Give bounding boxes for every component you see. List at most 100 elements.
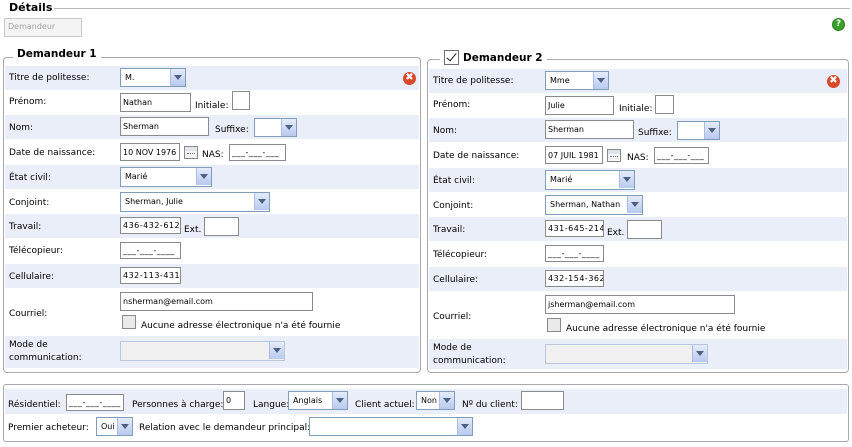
role-select[interactable]: Demandeur bbox=[4, 18, 82, 37]
applicant1-travail-input[interactable]: 436-432-6124 bbox=[120, 217, 181, 234]
applicant2-telecopieur-input[interactable]: ___-___-____ bbox=[545, 245, 604, 262]
applicant2-travail-input[interactable]: 431-645-2143 bbox=[545, 220, 604, 237]
chevron-down-icon bbox=[332, 392, 347, 409]
applicant1-prenom-input[interactable]: Nathan bbox=[120, 93, 191, 112]
applicant2-delete-icon[interactable]: ✖ bbox=[827, 75, 840, 88]
chevron-down-icon bbox=[627, 196, 642, 213]
langue-label: Langue: bbox=[253, 400, 290, 410]
chevron-down-icon bbox=[457, 418, 472, 435]
applicant1-delete-icon[interactable]: ✖ bbox=[403, 72, 416, 85]
applicant2-row-telecopieur bbox=[429, 242, 847, 266]
applicant1-nas-label: NAS: bbox=[202, 150, 224, 160]
applicant2-enable-checkbox[interactable] bbox=[444, 50, 459, 65]
applicant2-nom-label: Nom: bbox=[433, 126, 458, 136]
applicant1-row-telecopieur bbox=[5, 239, 419, 263]
applicant2-prenom-input[interactable]: Julie bbox=[545, 96, 614, 115]
details-divider bbox=[54, 8, 850, 9]
applicant2-etat-civil-select[interactable]: Marié bbox=[545, 170, 635, 190]
applicant2-legend-label: Demandeur 2 bbox=[463, 51, 543, 64]
personnes-input[interactable]: 0 bbox=[223, 391, 245, 410]
applicant2-ext-label: Ext. bbox=[607, 228, 625, 238]
applicant1-titre-select[interactable]: M. bbox=[120, 68, 186, 87]
applicant1-etat-civil-select[interactable]: Marié bbox=[120, 167, 212, 187]
chevron-down-icon bbox=[196, 168, 211, 185]
applicant1-travail-label: Travail: bbox=[9, 222, 42, 232]
applicant1-initiale-label: Initiale: bbox=[195, 101, 229, 111]
applicant2-row-etat-civil bbox=[429, 168, 847, 192]
applicant2-mode-select[interactable] bbox=[545, 344, 708, 364]
applicant2-suffixe-select[interactable] bbox=[677, 121, 720, 140]
applicant1-nom-label: Nom: bbox=[9, 123, 34, 133]
applicant2-nas-label: NAS: bbox=[627, 153, 649, 163]
applicant1-telecopieur-input[interactable]: ___-___-____ bbox=[120, 242, 181, 259]
client-actuel-select[interactable]: Non bbox=[416, 391, 455, 410]
applicant2-initiale-label: Initiale: bbox=[619, 104, 653, 114]
applicant1-prenom-label: Prénom: bbox=[9, 97, 47, 107]
residentiel-label: Résidentiel: bbox=[8, 400, 61, 410]
applicant2-conjoint-select[interactable]: Sherman, Nathan bbox=[545, 195, 643, 215]
help-icon[interactable]: ? bbox=[832, 18, 845, 31]
premier-acheteur-select[interactable]: Oui bbox=[96, 417, 133, 436]
applicant1-no-email-checkbox[interactable] bbox=[122, 315, 136, 329]
applicant1-mode-label-1: Mode de bbox=[9, 340, 48, 350]
details-title: Détails bbox=[9, 1, 53, 14]
applicant1-conjoint-label: Conjoint: bbox=[9, 198, 50, 208]
applicant1-nom-input[interactable]: Sherman bbox=[120, 117, 209, 136]
no-client-input[interactable] bbox=[521, 391, 564, 410]
chevron-down-icon bbox=[281, 119, 296, 136]
applicant2-cellulaire-input[interactable]: 432-154-3621 bbox=[545, 270, 604, 287]
chevron-down-icon bbox=[619, 171, 634, 188]
applicant1-ext-label: Ext. bbox=[184, 225, 202, 235]
applicant2-courriel-label: Courriel: bbox=[433, 312, 472, 322]
applicant1-suffixe-select[interactable] bbox=[254, 118, 297, 137]
applicant2-telecopieur-label: Télécopieur: bbox=[433, 250, 488, 260]
chevron-down-icon bbox=[269, 342, 284, 359]
applicant2-no-email-checkbox[interactable] bbox=[547, 318, 561, 332]
applicant2-initiale-input[interactable] bbox=[655, 95, 674, 114]
applicant2-suffixe-label: Suffixe: bbox=[638, 128, 672, 138]
applicant2-nom-input[interactable]: Sherman bbox=[545, 120, 634, 139]
calendar-icon[interactable] bbox=[184, 146, 198, 159]
applicant2-nas-input[interactable]: ___-___-___ bbox=[654, 147, 709, 164]
applicant1-naissance-input[interactable]: 10 NOV 1976 bbox=[120, 143, 180, 161]
applicant1-naissance-label: Date de naissance: bbox=[9, 148, 96, 158]
applicant2-row-cellulaire bbox=[429, 267, 847, 291]
applicant1-ext-input[interactable] bbox=[204, 217, 239, 236]
applicant1-etat-civil-label: État civil: bbox=[9, 173, 51, 183]
applicant2-naissance-input[interactable]: 07 JUIL 1981 bbox=[545, 146, 603, 164]
applicant2-no-email-label: Aucune adresse électronique n'a été four… bbox=[566, 324, 766, 334]
applicant1-titre-label: Titre de politesse: bbox=[9, 73, 90, 83]
applicant2-cellulaire-label: Cellulaire: bbox=[433, 275, 479, 285]
applicant1-cellulaire-input[interactable]: 432-113-4315 bbox=[120, 267, 181, 284]
applicant1-courriel-input[interactable]: nsherman@email.com bbox=[120, 292, 313, 311]
relation-label: Relation avec le demandeur principal: bbox=[139, 423, 311, 433]
applicant1-mode-label-2: communication: bbox=[9, 353, 82, 363]
applicant1-suffixe-label: Suffixe: bbox=[215, 125, 249, 135]
applicant2-ext-input[interactable] bbox=[627, 220, 662, 239]
applicant1-courriel-label: Courriel: bbox=[9, 309, 48, 319]
chevron-down-icon bbox=[704, 122, 719, 139]
applicant2-titre-label: Titre de politesse: bbox=[433, 76, 514, 86]
residentiel-input[interactable]: ___-___-____ bbox=[66, 394, 124, 411]
applicant2-courriel-input[interactable]: jsherman@email.com bbox=[545, 295, 735, 314]
relation-select[interactable] bbox=[309, 417, 473, 436]
applicant2-conjoint-label: Conjoint: bbox=[433, 201, 474, 211]
chevron-down-icon bbox=[254, 193, 269, 210]
applicant1-cellulaire-label: Cellulaire: bbox=[9, 272, 55, 282]
applicant1-initiale-input[interactable] bbox=[232, 91, 250, 110]
no-client-label: Nº du client: bbox=[462, 400, 518, 410]
applicant2-mode-label-1: Mode de bbox=[433, 343, 472, 353]
applicant2-etat-civil-label: État civil: bbox=[433, 176, 475, 186]
applicant2-titre-select[interactable]: Mme bbox=[545, 71, 609, 90]
chevron-down-icon bbox=[439, 392, 454, 409]
calendar-icon[interactable] bbox=[607, 149, 621, 162]
applicant1-legend: Demandeur 1 bbox=[13, 48, 101, 60]
personnes-label: Personnes à charge: bbox=[132, 400, 224, 410]
applicant1-nas-input[interactable]: ___-___-___ bbox=[229, 144, 286, 161]
applicant1-conjoint-select[interactable]: Sherman, Julie bbox=[120, 192, 270, 212]
applicant2-legend: Demandeur 2 bbox=[440, 50, 547, 65]
langue-select[interactable]: Anglais bbox=[288, 391, 348, 410]
applicant2-travail-label: Travail: bbox=[433, 225, 466, 235]
applicant1-row-etat-civil bbox=[5, 165, 419, 189]
applicant1-mode-select[interactable] bbox=[120, 341, 285, 361]
